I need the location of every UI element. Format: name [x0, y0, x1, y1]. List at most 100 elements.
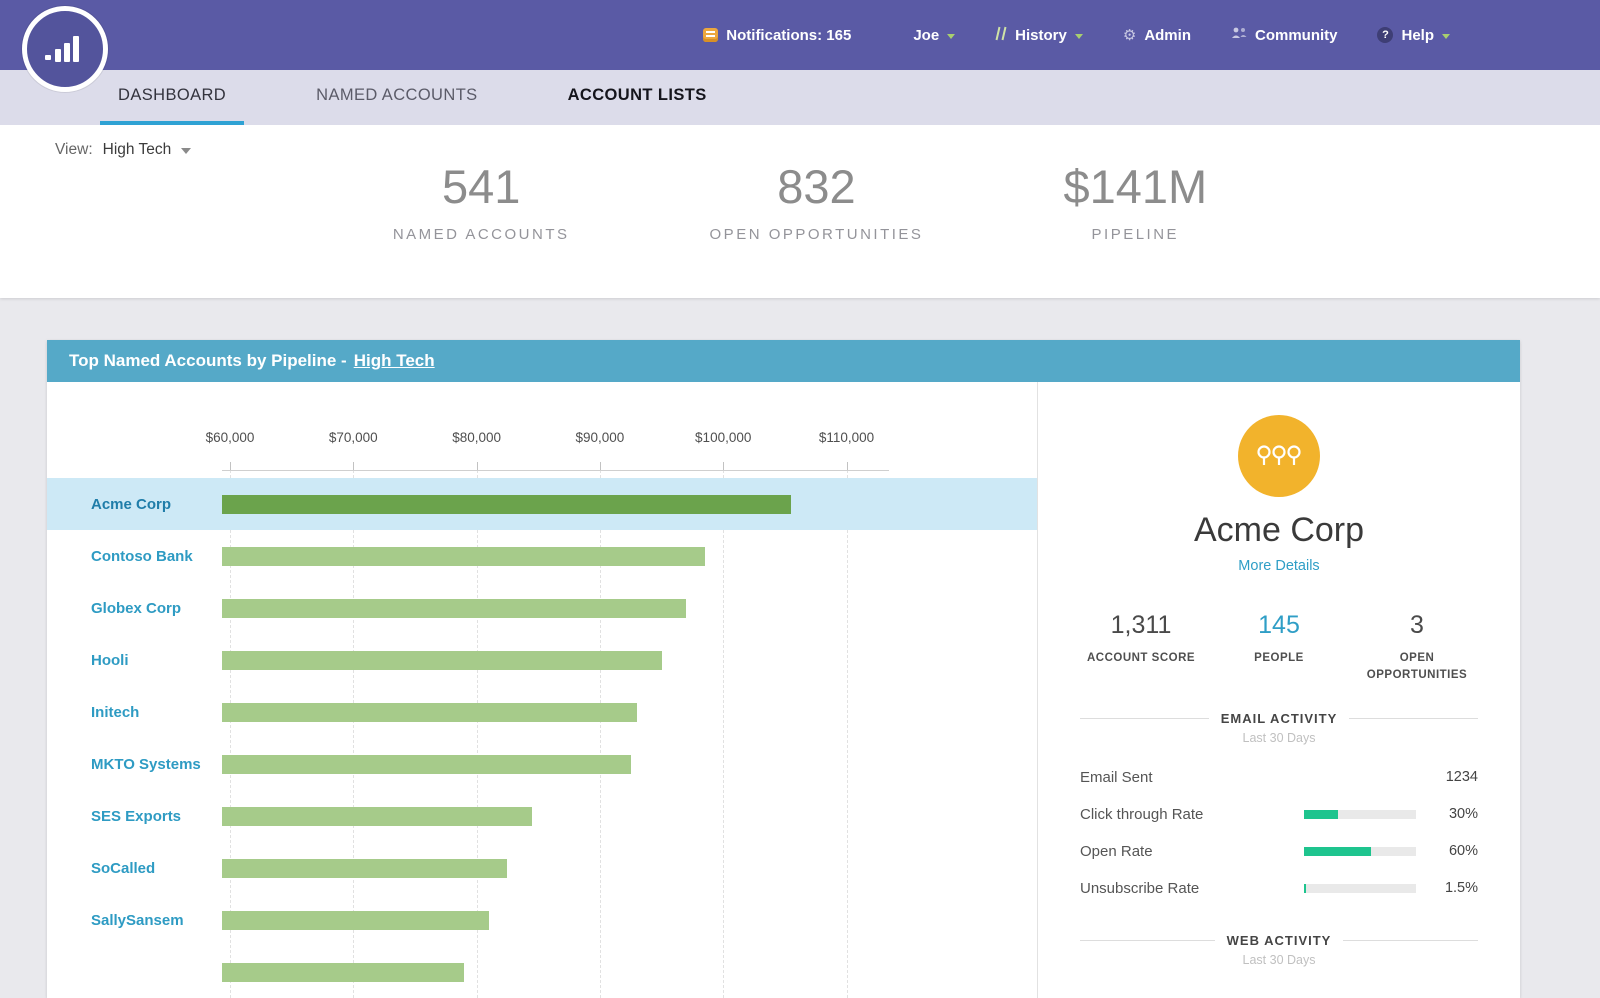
help-icon: ? [1377, 27, 1393, 43]
notifications-button[interactable]: Notifications: 165 [703, 27, 851, 44]
axis-tick-mark [230, 462, 231, 470]
tab-named-accounts[interactable]: NAMED ACCOUNTS [298, 70, 495, 125]
chart-axis-line [222, 470, 889, 471]
stat-open-opportunities: 3OPEN OPPORTUNITIES [1351, 611, 1483, 685]
email-activity-title: EMAIL ACTIVITY [1221, 711, 1338, 726]
activity-label: Click through Rate [1080, 806, 1304, 823]
account-link[interactable]: SallySansem [47, 912, 222, 929]
account-link[interactable]: Initech [47, 704, 222, 721]
more-details-link[interactable]: More Details [1238, 558, 1319, 574]
axis-tick-label: $110,000 [819, 430, 874, 445]
activity-label: Email Sent [1080, 769, 1430, 786]
progress-fill [1304, 847, 1371, 856]
pipeline-card: Top Named Accounts by Pipeline - High Te… [47, 340, 1520, 998]
account-link[interactable]: MKTO Systems [47, 756, 222, 773]
history-icon [995, 26, 1007, 45]
divider-line [1080, 718, 1209, 719]
activity-value: 1234 [1430, 769, 1478, 785]
stat-value: 3 [1351, 611, 1483, 640]
chart-row: Acme Corp [47, 478, 1037, 530]
account-link[interactable]: SES Exports [47, 808, 222, 825]
community-icon [1231, 26, 1247, 44]
card-header: Top Named Accounts by Pipeline - High Te… [47, 340, 1520, 382]
kpi-row: 541NAMED ACCOUNTS832OPEN OPPORTUNITIES$1… [0, 125, 1600, 243]
help-menu[interactable]: ? Help [1377, 27, 1450, 44]
account-link[interactable]: Hooli [47, 652, 222, 669]
coils-icon [1255, 443, 1303, 469]
bar-track [222, 547, 1037, 566]
history-menu[interactable]: History [995, 26, 1083, 45]
account-link[interactable]: Acme Corp [47, 496, 222, 513]
kpi-named-accounts: 541NAMED ACCOUNTS [393, 163, 570, 243]
account-avatar [1238, 415, 1320, 497]
card-title-link[interactable]: High Tech [354, 351, 435, 371]
stat-account-score: 1,311ACCOUNT SCORE [1075, 611, 1207, 685]
chart-row: Globex Corp [47, 582, 1037, 634]
chart-row: SoCalled [47, 842, 1037, 894]
view-selector[interactable]: View: High Tech [55, 141, 191, 159]
marketo-logo[interactable] [22, 6, 108, 92]
card-title: Top Named Accounts by Pipeline - [69, 351, 347, 371]
caret-down-icon [1075, 34, 1083, 39]
axis-tick-label: $70,000 [329, 430, 378, 445]
notifications-label: Notifications: 165 [726, 27, 851, 44]
chart-row [47, 946, 1037, 998]
pipeline-bar [222, 911, 489, 930]
bar-track [222, 963, 1037, 982]
divider-line [1349, 718, 1478, 719]
chart-rows: Acme Corp Contoso Bank Globex Corp Hooli Ini… [47, 470, 1037, 998]
pipeline-bar [222, 495, 791, 514]
pipeline-bar [222, 963, 464, 982]
bar-track [222, 651, 1037, 670]
marketo-abm-dashboard: Notifications: 165 Joe History ⚙ Admin [0, 0, 1600, 986]
email-activity-subtitle: Last 30 Days [1038, 731, 1520, 745]
activity-value: 30% [1430, 806, 1478, 822]
kpi-label: NAMED ACCOUNTS [393, 226, 570, 243]
kpi-label: OPEN OPPORTUNITIES [710, 226, 924, 243]
user-menu[interactable]: Joe [913, 27, 955, 44]
axis-tick-mark [477, 462, 478, 470]
card-body: $60,000$70,000$80,000$90,000$100,000$110… [47, 382, 1520, 998]
admin-menu[interactable]: ⚙ Admin [1123, 27, 1191, 44]
caret-down-icon [1442, 34, 1450, 39]
bar-track [222, 755, 1037, 774]
activity-value: 60% [1430, 843, 1478, 859]
axis-tick-mark [600, 462, 601, 470]
progress-fill [1304, 810, 1338, 819]
caret-down-icon [947, 34, 955, 39]
bar-track [222, 859, 1037, 878]
activity-row-click-through-rate: Click through Rate 30% [1080, 796, 1478, 833]
axis-tick-label: $60,000 [206, 430, 255, 445]
activity-row-email-sent: Email Sent1234 [1080, 759, 1478, 796]
tab-dashboard[interactable]: DASHBOARD [100, 70, 244, 125]
pipeline-bar-chart: $60,000$70,000$80,000$90,000$100,000$110… [47, 382, 1037, 998]
activity-label: Open Rate [1080, 843, 1304, 860]
chart-row: Hooli [47, 634, 1037, 686]
kpi-label: PIPELINE [1063, 226, 1207, 243]
pipeline-bar [222, 807, 532, 826]
email-activity-rows: Email Sent1234 Click through Rate 30% Open … [1080, 759, 1478, 907]
progress-track [1304, 810, 1416, 819]
admin-label: Admin [1144, 27, 1191, 44]
axis-tick-mark [353, 462, 354, 470]
community-menu[interactable]: Community [1231, 26, 1338, 44]
account-link[interactable]: Contoso Bank [47, 548, 222, 565]
progress-track [1304, 884, 1416, 893]
chart-axis: $60,000$70,000$80,000$90,000$100,000$110… [222, 382, 1037, 470]
bar-track [222, 599, 1037, 618]
progress-fill [1304, 884, 1306, 893]
tab-account-lists[interactable]: ACCOUNT LISTS [550, 70, 725, 125]
chart-row: SallySansem [47, 894, 1037, 946]
pipeline-bar [222, 599, 686, 618]
divider-line [1080, 940, 1215, 941]
stat-value: 1,311 [1075, 611, 1207, 640]
caret-down-icon [181, 148, 191, 154]
account-link[interactable]: Globex Corp [47, 600, 222, 617]
axis-tick-label: $90,000 [576, 430, 625, 445]
account-link[interactable]: SoCalled [47, 860, 222, 877]
history-label: History [1015, 27, 1067, 44]
pipeline-bar [222, 755, 631, 774]
axis-tick-label: $100,000 [695, 430, 751, 445]
activity-value: 1.5% [1430, 880, 1478, 896]
user-label: Joe [913, 27, 939, 44]
